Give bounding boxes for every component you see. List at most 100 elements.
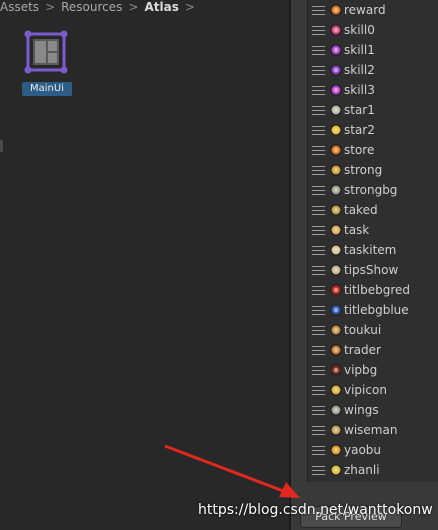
list-item-label: yaobu: [344, 443, 382, 457]
list-item[interactable]: trader: [291, 340, 438, 360]
breadcrumb-separator: >: [45, 0, 56, 14]
list-item-label: task: [344, 223, 370, 237]
list-item[interactable]: skill0: [291, 20, 438, 40]
star-icon: [330, 104, 342, 116]
drag-handle-icon[interactable]: [312, 325, 325, 335]
drag-handle-icon[interactable]: [312, 105, 325, 115]
list-item-label: strong: [344, 163, 383, 177]
wiseman-icon: [330, 424, 342, 436]
list-item-label: skill1: [344, 43, 375, 57]
drag-handle-icon[interactable]: [312, 265, 325, 275]
helmet-icon: [330, 324, 342, 336]
drag-handle-icon[interactable]: [312, 245, 325, 255]
list-item[interactable]: tipsShow: [291, 260, 438, 280]
drag-handle-icon[interactable]: [312, 145, 325, 155]
breadcrumb: Assets > Resources > Atlas >: [0, 0, 289, 14]
project-panel: Assets > Resources > Atlas > MainUi: [0, 0, 289, 530]
breadcrumb-resources[interactable]: Resources: [61, 0, 122, 14]
vip-icon: [330, 384, 342, 396]
tips-icon: [330, 264, 342, 276]
list-item-label: titlbebgred: [344, 283, 410, 297]
list-item-label: skill2: [344, 63, 375, 77]
breadcrumb-atlas[interactable]: Atlas: [144, 0, 178, 14]
list-item[interactable]: taked: [291, 200, 438, 220]
list-item[interactable]: zhanli: [291, 460, 438, 480]
skill-icon: [330, 44, 342, 56]
drag-handle-icon[interactable]: [312, 5, 325, 15]
zhanli-icon: [330, 464, 342, 476]
list-item-label: vipbg: [344, 363, 378, 377]
drag-handle-icon[interactable]: [312, 85, 325, 95]
list-item[interactable]: vipbg: [291, 360, 438, 380]
list-item[interactable]: wiseman: [291, 420, 438, 440]
drag-handle-icon[interactable]: [312, 365, 325, 375]
list-item-label: store: [344, 143, 375, 157]
store-icon: [330, 144, 342, 156]
drag-handle-icon[interactable]: [312, 205, 325, 215]
drag-handle-icon[interactable]: [312, 305, 325, 315]
reward-icon: [330, 4, 342, 16]
drag-handle-icon[interactable]: [312, 165, 325, 175]
list-item-label: skill0: [344, 23, 375, 37]
list-item-label: wiseman: [344, 423, 398, 437]
list-item[interactable]: star2: [291, 120, 438, 140]
panel-edge-handle: [0, 140, 3, 152]
list-item[interactable]: skill3: [291, 80, 438, 100]
list-item-label: titlebgblue: [344, 303, 409, 317]
drag-handle-icon[interactable]: [312, 405, 325, 415]
list-item[interactable]: taskitem: [291, 240, 438, 260]
list-item[interactable]: reward: [291, 0, 438, 20]
trader-icon: [330, 344, 342, 356]
breadcrumb-assets[interactable]: Assets: [0, 0, 39, 14]
list-item[interactable]: star1: [291, 100, 438, 120]
list-item[interactable]: store: [291, 140, 438, 160]
list-item-label: zhanli: [344, 463, 380, 477]
list-item[interactable]: vipicon: [291, 380, 438, 400]
banner-icon: [330, 304, 342, 316]
drag-handle-icon[interactable]: [312, 45, 325, 55]
list-item-label: tipsShow: [344, 263, 399, 277]
list-item-label: reward: [344, 3, 386, 17]
asset-mainui[interactable]: MainUi: [22, 30, 72, 100]
list-item-label: strongbg: [344, 183, 398, 197]
drag-handle-icon[interactable]: [312, 285, 325, 295]
drag-handle-icon[interactable]: [312, 185, 325, 195]
wings-icon: [330, 404, 342, 416]
yaobu-icon: [330, 444, 342, 456]
skill-icon: [330, 64, 342, 76]
ring-icon: [330, 184, 342, 196]
drag-handle-icon[interactable]: [312, 25, 325, 35]
drag-handle-icon[interactable]: [312, 125, 325, 135]
star-icon: [330, 124, 342, 136]
drag-handle-icon[interactable]: [312, 225, 325, 235]
list-item[interactable]: task: [291, 220, 438, 240]
taked-icon: [330, 204, 342, 216]
vip-bg-icon: [330, 364, 342, 376]
list-item[interactable]: wings: [291, 400, 438, 420]
list-item-label: toukui: [344, 323, 382, 337]
drag-handle-icon[interactable]: [312, 345, 325, 355]
drag-handle-icon[interactable]: [312, 65, 325, 75]
list-item[interactable]: titlbebgred: [291, 280, 438, 300]
sprite-atlas-icon: [24, 30, 68, 74]
breadcrumb-separator: >: [128, 0, 139, 14]
drag-handle-icon[interactable]: [312, 465, 325, 475]
banner-icon: [330, 284, 342, 296]
list-item[interactable]: titlebgblue: [291, 300, 438, 320]
list-item[interactable]: strong: [291, 160, 438, 180]
list-item-label: skill3: [344, 83, 375, 97]
drag-handle-icon[interactable]: [312, 445, 325, 455]
list-item[interactable]: yaobu: [291, 440, 438, 460]
list-item-label: taskitem: [344, 243, 397, 257]
list-item[interactable]: toukui: [291, 320, 438, 340]
list-item-label: vipicon: [344, 383, 387, 397]
list-item-label: wings: [344, 403, 379, 417]
list-item[interactable]: skill1: [291, 40, 438, 60]
list-item[interactable]: strongbg: [291, 180, 438, 200]
drag-handle-icon[interactable]: [312, 385, 325, 395]
drag-handle-icon[interactable]: [312, 425, 325, 435]
list-item-label: taked: [344, 203, 378, 217]
asset-label: MainUi: [22, 82, 72, 96]
task-icon: [330, 224, 342, 236]
list-item[interactable]: skill2: [291, 60, 438, 80]
